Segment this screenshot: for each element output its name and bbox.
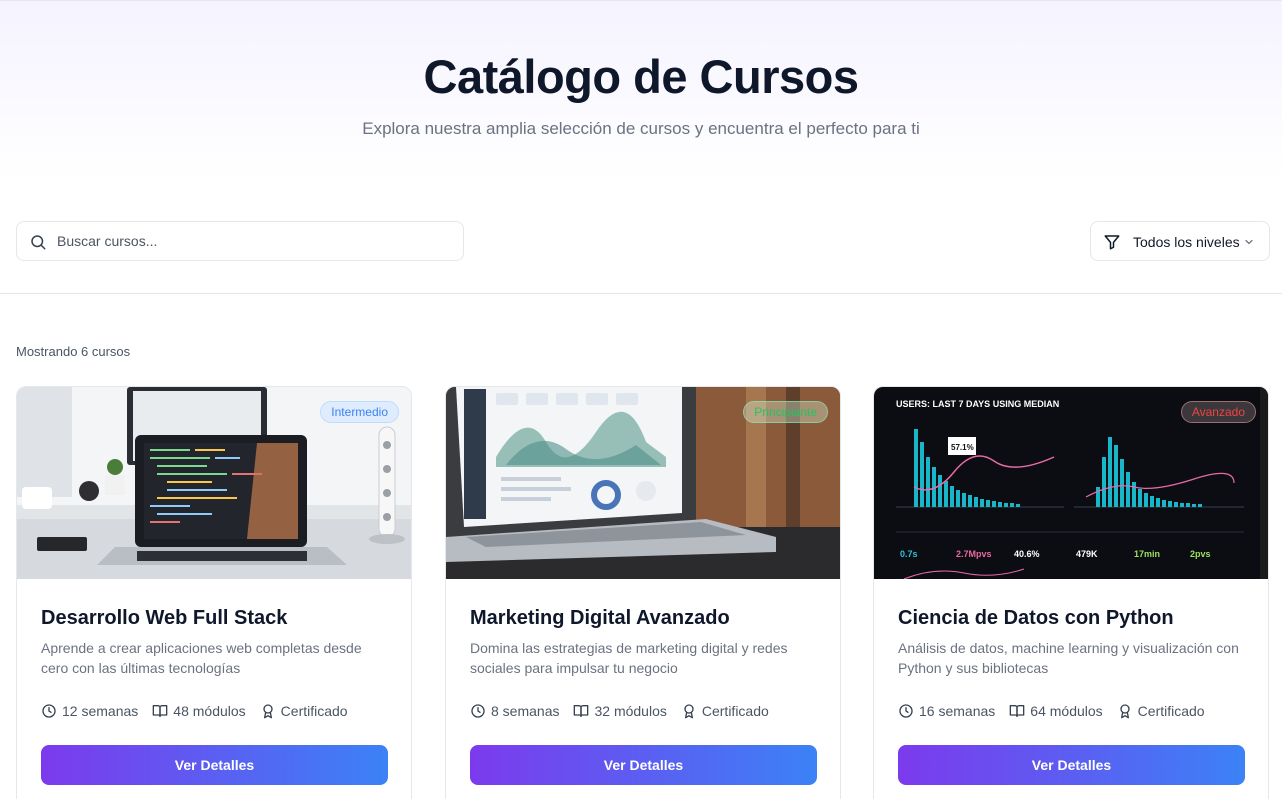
- filter-icon: [1104, 235, 1120, 250]
- book-icon: [574, 705, 589, 717]
- chart-callout: 57.1%: [951, 443, 974, 452]
- view-details-button[interactable]: Ver Detalles: [41, 745, 388, 785]
- book-icon: [152, 705, 168, 717]
- clock-icon: [42, 704, 56, 718]
- course-certificate: Certificado: [280, 703, 348, 719]
- clock-icon: [899, 704, 913, 718]
- course-description: Domina las estrategias de marketing digi…: [470, 640, 788, 676]
- course-title: Desarrollo Web Full Stack: [41, 607, 288, 629]
- course-modules: 32 módulos: [594, 703, 667, 719]
- course-image: USERS: LAST 7 DAYS USING MEDIAN 57.1% 0.…: [874, 387, 1268, 579]
- dashboard-header: USERS: LAST 7 DAYS USING MEDIAN: [896, 399, 1059, 409]
- view-details-button[interactable]: Ver Detalles: [470, 745, 817, 785]
- course-title: Marketing Digital Avanzado: [470, 607, 730, 629]
- clock-icon: [471, 704, 485, 718]
- course-image: Principiante: [446, 387, 840, 579]
- hero: Catálogo de Cursos Explora nuestra ampli…: [0, 0, 1282, 180]
- results-count: Mostrando 6 cursos: [16, 344, 131, 359]
- page-subtitle: Explora nuestra amplia selección de curs…: [362, 119, 920, 138]
- course-certificate: Certificado: [701, 703, 769, 719]
- course-card: Intermedio Desarrollo Web Full Stack Apr…: [16, 386, 412, 799]
- course-modules: 48 módulos: [173, 703, 246, 719]
- course-duration: 16 semanas: [919, 703, 996, 719]
- award-icon: [1120, 704, 1130, 719]
- kpi-value: 0.7s: [900, 549, 918, 559]
- level-filter-value: Todos los niveles: [1133, 234, 1240, 250]
- award-icon: [684, 704, 694, 719]
- chevron-down-icon: [1245, 239, 1253, 245]
- kpi-value: 17min: [1134, 549, 1160, 559]
- course-duration: 12 semanas: [62, 703, 139, 719]
- course-card: USERS: LAST 7 DAYS USING MEDIAN 57.1% 0.…: [873, 386, 1269, 799]
- course-description: Análisis de datos, machine learning y vi…: [898, 640, 1239, 676]
- course-duration: 8 semanas: [491, 703, 560, 719]
- course-image: Intermedio: [17, 387, 411, 579]
- level-badge: Principiante: [743, 401, 828, 423]
- kpi-value: 2pvs: [1190, 549, 1211, 559]
- page-title: Catálogo de Cursos: [423, 50, 859, 103]
- kpi-value: 479K: [1076, 549, 1098, 559]
- course-certificate: Certificado: [1137, 703, 1205, 719]
- view-details-button[interactable]: Ver Detalles: [898, 745, 1245, 785]
- course-meta: 16 semanas 64 módulos Certificado: [898, 703, 1205, 719]
- search-icon: [31, 235, 46, 250]
- level-filter-select[interactable]: Todos los niveles: [1090, 221, 1270, 261]
- course-modules: 64 módulos: [1030, 703, 1103, 719]
- level-badge: Avanzado: [1180, 401, 1256, 423]
- course-description: Aprende a crear aplicaciones web complet…: [41, 640, 362, 676]
- search-box[interactable]: [16, 221, 464, 261]
- kpi-value: 2.7Mpvs: [956, 549, 992, 559]
- course-meta: 8 semanas 32 módulos Certificado: [470, 703, 769, 719]
- kpi-value: 40.6%: [1014, 549, 1040, 559]
- award-icon: [263, 704, 273, 719]
- course-card: Principiante Marketing Digital Avanzado …: [445, 386, 841, 799]
- search-input[interactable]: [57, 222, 457, 260]
- level-badge: Intermedio: [320, 401, 399, 423]
- course-title: Ciencia de Datos con Python: [898, 607, 1174, 629]
- toolbar: Todos los niveles: [0, 220, 1282, 294]
- book-icon: [1009, 705, 1025, 717]
- course-meta: 12 semanas 48 módulos Certificado: [41, 703, 348, 719]
